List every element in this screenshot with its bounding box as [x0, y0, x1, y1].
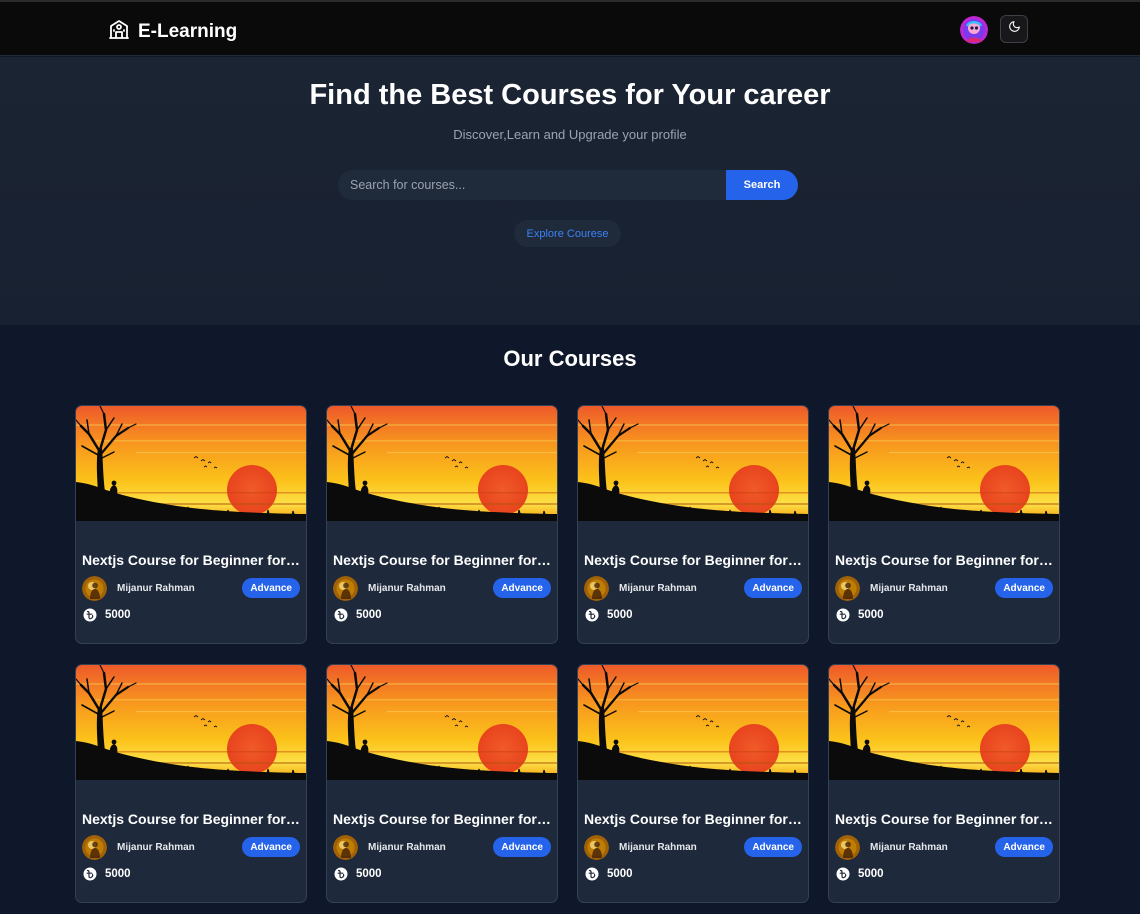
- taka-icon: [334, 608, 348, 622]
- author-name: Mijanur Rahman: [368, 582, 446, 594]
- author-row: Mijanur Rahman Advance: [333, 835, 551, 859]
- course-title[interactable]: Nextjs Course for Beginner for the full …: [835, 811, 1053, 827]
- course-grid: Nextjs Course for Beginner for the full …: [75, 405, 1060, 903]
- author-avatar: [835, 576, 860, 601]
- course-price: 5000: [607, 868, 633, 880]
- course-card[interactable]: Nextjs Course for Beginner for the full …: [828, 405, 1060, 644]
- course-thumbnail: [829, 665, 1059, 780]
- course-price: 5000: [356, 609, 382, 621]
- search-button[interactable]: Search: [726, 170, 798, 200]
- price-row: 5000: [585, 608, 633, 622]
- price-row: 5000: [585, 867, 633, 881]
- author-row: Mijanur Rahman Advance: [82, 576, 300, 600]
- level-badge: Advance: [493, 837, 551, 857]
- moon-icon: [1008, 20, 1021, 38]
- theme-toggle-button[interactable]: [1000, 15, 1028, 43]
- courses-section-title: Our Courses: [503, 346, 637, 371]
- author-row: Mijanur Rahman Advance: [333, 576, 551, 600]
- brand-link[interactable]: E-Learning: [107, 17, 237, 46]
- course-card[interactable]: Nextjs Course for Beginner for the full …: [75, 405, 307, 644]
- course-price: 5000: [356, 868, 382, 880]
- taka-icon: [83, 608, 97, 622]
- level-badge: Advance: [744, 837, 802, 857]
- course-price: 5000: [858, 868, 884, 880]
- navbar: E-Learning: [0, 2, 1140, 56]
- author-row: Mijanur Rahman Advance: [835, 576, 1053, 600]
- course-title[interactable]: Nextjs Course for Beginner for the full …: [82, 552, 300, 568]
- course-title[interactable]: Nextjs Course for Beginner for the full …: [82, 811, 300, 827]
- author-name: Mijanur Rahman: [619, 841, 697, 853]
- level-badge: Advance: [242, 578, 300, 598]
- course-thumbnail: [76, 665, 306, 780]
- course-thumbnail: [76, 406, 306, 521]
- author-avatar: [82, 576, 107, 601]
- course-price: 5000: [607, 609, 633, 621]
- course-card[interactable]: Nextjs Course for Beginner for the full …: [326, 664, 558, 903]
- course-card[interactable]: Nextjs Course for Beginner for the full …: [577, 405, 809, 644]
- course-price: 5000: [858, 609, 884, 621]
- search-bar: Search: [338, 170, 798, 200]
- author-row: Mijanur Rahman Advance: [82, 835, 300, 859]
- author-avatar: [584, 576, 609, 601]
- course-title[interactable]: Nextjs Course for Beginner for the full …: [584, 552, 802, 568]
- author-row: Mijanur Rahman Advance: [835, 835, 1053, 859]
- price-row: 5000: [836, 608, 884, 622]
- author-avatar: [82, 835, 107, 860]
- course-title[interactable]: Nextjs Course for Beginner for the full …: [333, 552, 551, 568]
- price-row: 5000: [83, 608, 131, 622]
- course-card[interactable]: Nextjs Course for Beginner for the full …: [326, 405, 558, 644]
- course-thumbnail: [829, 406, 1059, 521]
- course-thumbnail: [578, 406, 808, 521]
- author-avatar: [333, 835, 358, 860]
- level-badge: Advance: [995, 578, 1053, 598]
- author-row: Mijanur Rahman Advance: [584, 835, 802, 859]
- hero-subtitle: Discover,Learn and Upgrade your profile: [453, 127, 687, 142]
- brand-title: E-Learning: [138, 20, 238, 42]
- course-price: 5000: [105, 868, 131, 880]
- course-price: 5000: [105, 609, 131, 621]
- author-row: Mijanur Rahman Advance: [584, 576, 802, 600]
- course-card[interactable]: Nextjs Course for Beginner for the full …: [828, 664, 1060, 903]
- course-thumbnail: [327, 665, 557, 780]
- level-badge: Advance: [744, 578, 802, 598]
- course-title[interactable]: Nextjs Course for Beginner for the full …: [333, 811, 551, 827]
- hero-title: Find the Best Courses for Your career: [309, 79, 831, 111]
- taka-icon: [83, 867, 97, 881]
- course-card[interactable]: Nextjs Course for Beginner for the full …: [577, 664, 809, 903]
- author-name: Mijanur Rahman: [619, 582, 697, 594]
- author-name: Mijanur Rahman: [368, 841, 446, 853]
- price-row: 5000: [334, 608, 382, 622]
- course-thumbnail: [327, 406, 557, 521]
- author-name: Mijanur Rahman: [870, 582, 948, 594]
- course-thumbnail: [578, 665, 808, 780]
- author-name: Mijanur Rahman: [870, 841, 948, 853]
- price-row: 5000: [83, 867, 131, 881]
- taka-icon: [585, 867, 599, 881]
- course-title[interactable]: Nextjs Course for Beginner for the full …: [584, 811, 802, 827]
- level-badge: Advance: [242, 837, 300, 857]
- user-avatar[interactable]: [960, 16, 988, 44]
- price-row: 5000: [836, 867, 884, 881]
- level-badge: Advance: [995, 837, 1053, 857]
- explore-courses-button[interactable]: Explore Courese: [514, 220, 621, 247]
- author-avatar: [333, 576, 358, 601]
- hero-section: Find the Best Courses for Your career Di…: [0, 57, 1140, 325]
- school-icon: [107, 17, 131, 46]
- author-name: Mijanur Rahman: [117, 582, 195, 594]
- author-avatar: [835, 835, 860, 860]
- course-card[interactable]: Nextjs Course for Beginner for the full …: [75, 664, 307, 903]
- course-title[interactable]: Nextjs Course for Beginner for the full …: [835, 552, 1053, 568]
- price-row: 5000: [334, 867, 382, 881]
- level-badge: Advance: [493, 578, 551, 598]
- author-name: Mijanur Rahman: [117, 841, 195, 853]
- search-input[interactable]: [338, 170, 726, 200]
- taka-icon: [334, 867, 348, 881]
- taka-icon: [836, 608, 850, 622]
- author-avatar: [584, 835, 609, 860]
- taka-icon: [836, 867, 850, 881]
- taka-icon: [585, 608, 599, 622]
